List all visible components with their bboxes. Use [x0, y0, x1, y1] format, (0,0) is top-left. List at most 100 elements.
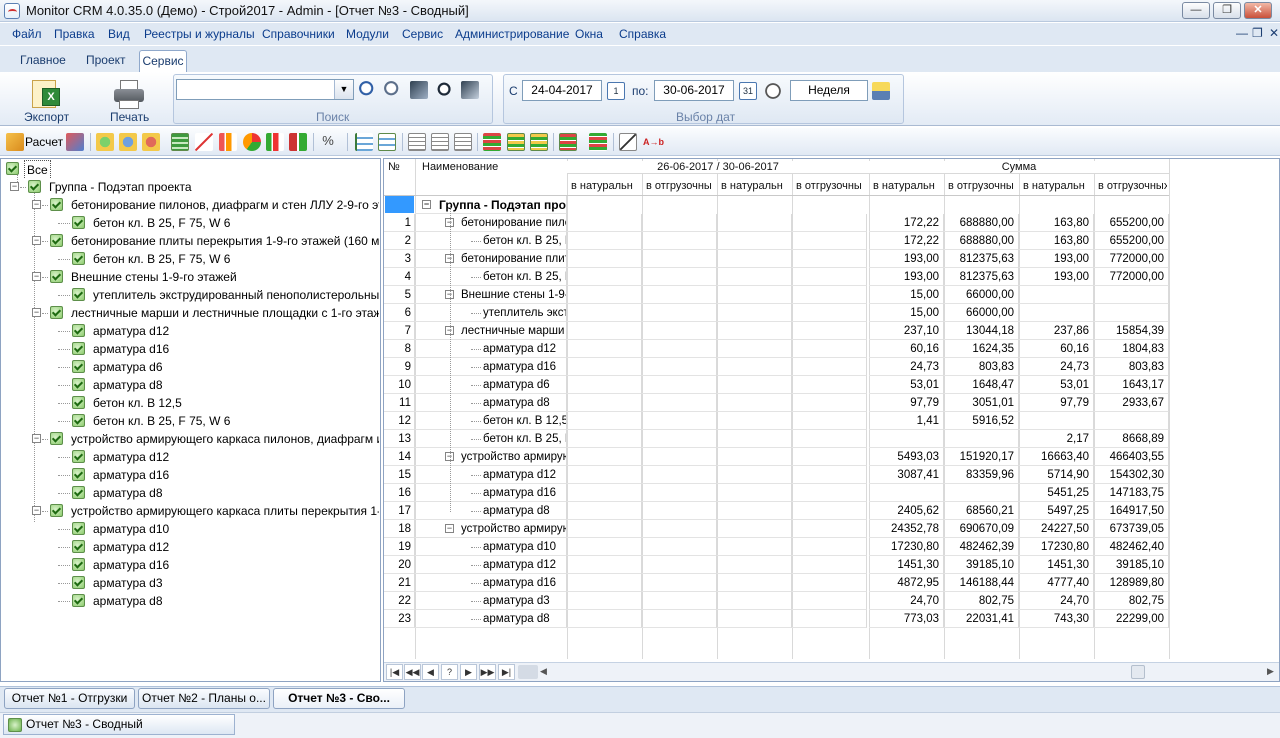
checkbox-checked-icon[interactable] [50, 270, 63, 283]
row-name-cell[interactable]: арматура d8 [415, 610, 567, 628]
value-cell[interactable]: 53,01 [869, 376, 944, 394]
value-cell[interactable] [567, 358, 642, 376]
menu-modules[interactable]: Модули [346, 27, 389, 41]
menu-edit[interactable]: Правка [54, 27, 95, 41]
export-label[interactable]: Экспорт [24, 110, 69, 124]
row-name-cell[interactable]: арматура d10 [415, 538, 567, 556]
value-cell[interactable]: 163,80 [1019, 232, 1094, 250]
value-cell[interactable] [567, 322, 642, 340]
value-cell[interactable] [792, 538, 867, 556]
minimize-button[interactable]: — [1182, 2, 1210, 19]
value-cell[interactable] [944, 484, 1019, 502]
tree-item[interactable]: бетон кл. В 25, F 75, W 6 [3, 250, 379, 268]
value-cell[interactable] [717, 466, 792, 484]
value-cell[interactable] [567, 556, 642, 574]
value-cell[interactable]: 1451,30 [1019, 556, 1094, 574]
scroll-left-area[interactable] [518, 665, 538, 679]
value-cell[interactable] [642, 214, 717, 232]
value-cell[interactable] [944, 430, 1019, 448]
value-cell[interactable]: 53,01 [1019, 376, 1094, 394]
tree-item[interactable]: бетон кл. В 12,5 [3, 394, 379, 412]
value-cell[interactable]: 66000,00 [944, 304, 1019, 322]
value-cell[interactable]: 4872,95 [869, 574, 944, 592]
stacked-chart-icon[interactable] [289, 133, 307, 151]
checkbox-checked-icon[interactable] [72, 486, 85, 499]
line-chart-icon[interactable] [195, 133, 213, 151]
value-cell[interactable] [642, 502, 717, 520]
row-name-cell[interactable]: бетон кл. В 25, F 75, W 6 [415, 430, 567, 448]
row-number[interactable]: 21 [384, 574, 415, 592]
row-number[interactable]: 12 [384, 412, 415, 430]
value-cell[interactable]: 83359,96 [944, 466, 1019, 484]
checkbox-checked-icon[interactable] [72, 558, 85, 571]
value-cell[interactable] [567, 484, 642, 502]
mdi-minimize-button[interactable]: — [1236, 26, 1248, 40]
collapse-icon[interactable]: − [422, 200, 431, 209]
value-cell[interactable] [869, 430, 944, 448]
close-button[interactable]: ✕ [1244, 2, 1272, 19]
value-cell[interactable] [792, 592, 867, 610]
value-cell[interactable] [717, 214, 792, 232]
checkbox-checked-icon[interactable] [72, 522, 85, 535]
export-grid-icon[interactable] [589, 133, 607, 151]
value-cell[interactable] [792, 304, 867, 322]
tree-expand-icon[interactable] [355, 133, 373, 151]
menu-registers[interactable]: Реестры и журналы [144, 27, 255, 41]
value-cell[interactable]: 1451,30 [869, 556, 944, 574]
row-number[interactable]: 23 [384, 610, 415, 628]
value-cell[interactable] [642, 340, 717, 358]
value-cell[interactable]: 3051,01 [944, 394, 1019, 412]
row-name-cell[interactable]: арматура d3 [415, 592, 567, 610]
row-name-cell[interactable]: − бетонирование плиты [415, 250, 567, 268]
value-cell[interactable] [717, 412, 792, 430]
scroll-right-arrow-icon[interactable]: ▶ [1267, 666, 1274, 677]
band-header-period[interactable]: 26-06-2017 / 30-06-2017 [567, 161, 869, 174]
checkbox-checked-icon[interactable] [50, 234, 63, 247]
tree-item[interactable]: − бетонирование плиты перекрытия 1-9-го э… [3, 232, 379, 250]
search-next-icon[interactable] [384, 81, 402, 99]
value-cell[interactable]: 163,80 [1019, 214, 1094, 232]
value-cell[interactable] [642, 610, 717, 628]
tab-main[interactable]: Главное [20, 53, 66, 67]
value-cell[interactable]: 1,41 [869, 412, 944, 430]
subcol-header[interactable]: в отгрузочны [646, 180, 715, 192]
value-cell[interactable] [717, 556, 792, 574]
value-cell[interactable]: 15854,39 [1094, 322, 1169, 340]
tree-item[interactable]: арматура d16 [3, 340, 379, 358]
menu-service[interactable]: Сервис [402, 27, 443, 41]
value-cell[interactable]: 24,70 [1019, 592, 1094, 610]
checkbox-checked-icon[interactable] [72, 288, 85, 301]
collapse-icon[interactable]: − [32, 272, 41, 281]
tree-item[interactable]: арматура d16 [3, 556, 379, 574]
row-number[interactable]: 20 [384, 556, 415, 574]
value-cell[interactable]: 802,75 [1094, 592, 1169, 610]
checkbox-checked-icon[interactable] [72, 396, 85, 409]
tree-item[interactable]: − Группа - Подэтап проекта [3, 178, 379, 196]
value-cell[interactable] [567, 394, 642, 412]
value-cell[interactable] [792, 448, 867, 466]
search-clear-icon[interactable] [461, 81, 479, 99]
value-cell[interactable]: 16663,40 [1019, 448, 1094, 466]
value-cell[interactable]: 15,00 [869, 286, 944, 304]
value-cell[interactable]: 147183,75 [1094, 484, 1169, 502]
row-name-cell[interactable]: арматура d16 [415, 484, 567, 502]
value-cell[interactable]: 24,73 [869, 358, 944, 376]
tree-item[interactable]: арматура d8 [3, 484, 379, 502]
value-cell[interactable] [792, 322, 867, 340]
value-cell[interactable] [717, 304, 792, 322]
value-cell[interactable]: 237,10 [869, 322, 944, 340]
row-name-cell[interactable]: −бетонирование пилонов [415, 214, 567, 232]
value-cell[interactable] [642, 412, 717, 430]
subcol-header[interactable]: в натуральн [873, 180, 942, 192]
value-cell[interactable] [567, 250, 642, 268]
value-cell[interactable] [642, 322, 717, 340]
last-page-icon[interactable]: ▶| [498, 664, 515, 680]
collapse-icon[interactable]: − [32, 308, 41, 317]
export-excel-icon[interactable]: X [28, 78, 62, 110]
first-page-icon[interactable]: |◀ [386, 664, 403, 680]
prev-record-icon[interactable]: ◀ [422, 664, 439, 680]
refresh-icon[interactable] [119, 133, 137, 151]
value-cell[interactable]: 2933,67 [1094, 394, 1169, 412]
percent-icon[interactable]: % [319, 133, 337, 151]
chevron-down-icon[interactable]: ▼ [334, 80, 353, 99]
